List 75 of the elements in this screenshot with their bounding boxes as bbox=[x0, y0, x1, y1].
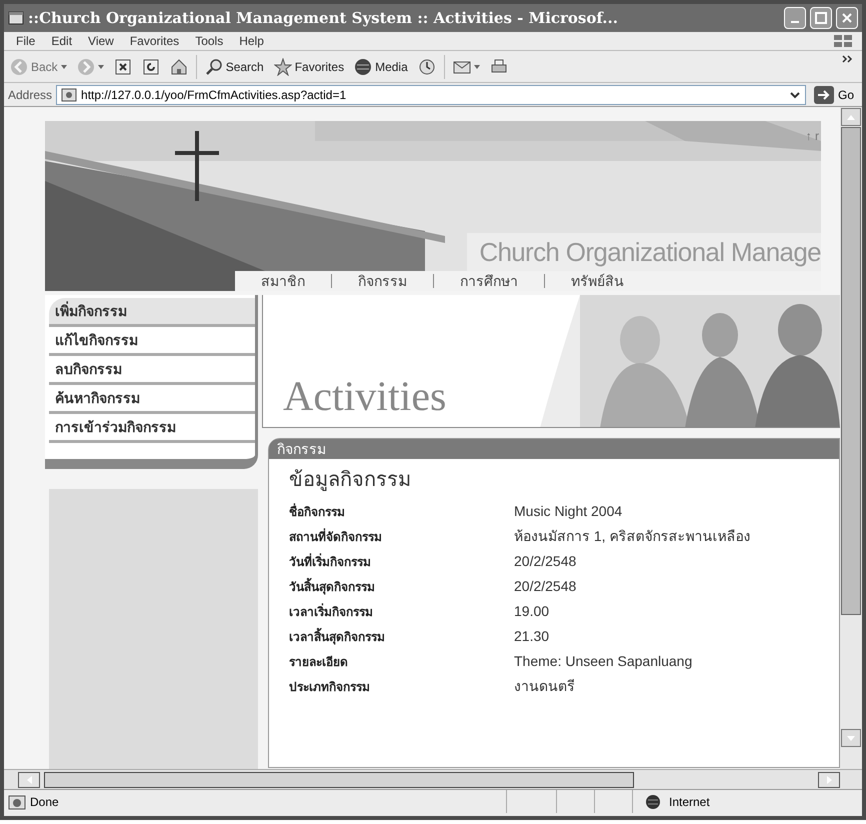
go-button[interactable]: Go bbox=[810, 86, 858, 104]
field-label: รายละเอียด bbox=[289, 654, 349, 670]
chevron-icon[interactable] bbox=[842, 55, 854, 65]
printer-icon bbox=[490, 58, 508, 76]
menu-item[interactable]: View bbox=[80, 32, 122, 50]
section-heading: ข้อมูลกิจกรรม bbox=[289, 468, 412, 493]
minimize-button[interactable] bbox=[784, 7, 806, 29]
field-value: 20/2/2548 bbox=[514, 552, 576, 571]
down-arrow-icon bbox=[847, 736, 855, 740]
star-icon bbox=[274, 58, 292, 76]
caret-icon bbox=[474, 64, 480, 68]
page-icon bbox=[8, 794, 26, 810]
up-arrow-icon bbox=[847, 114, 855, 120]
caret-icon bbox=[60, 64, 67, 68]
field-value: Theme: Unseen Sapanluang bbox=[514, 652, 692, 671]
vertical-scrollbar[interactable] bbox=[840, 107, 862, 769]
field-label: วันสิ้นสุดกิจกรรม bbox=[289, 578, 376, 596]
field-value: งานดนตรี bbox=[514, 677, 575, 696]
field-value: Music Night 2004 bbox=[514, 502, 622, 521]
search-button[interactable]: Search bbox=[202, 58, 266, 76]
globe-icon bbox=[354, 58, 372, 76]
scroll-thumb[interactable] bbox=[44, 772, 634, 788]
field-label: ชื่อกิจกรรม bbox=[289, 502, 346, 520]
menu-item[interactable]: Edit bbox=[43, 32, 80, 50]
field-label: เวลาเริ่มกิจกรรม bbox=[289, 602, 374, 620]
media-button[interactable]: Media bbox=[352, 58, 410, 76]
field-value: 19.00 bbox=[514, 602, 550, 621]
field-label: วันที่เริ่มกิจกรรม bbox=[289, 552, 372, 570]
house-icon bbox=[170, 58, 188, 76]
field-value: 20/2/2548 bbox=[514, 577, 576, 596]
close-icon bbox=[114, 58, 132, 76]
maximize-button[interactable] bbox=[810, 7, 832, 29]
menu-item[interactable]: Favorites bbox=[122, 32, 188, 50]
scroll-right-button[interactable] bbox=[818, 772, 840, 788]
horizontal-scrollbar[interactable] bbox=[4, 769, 862, 789]
favorites-button[interactable]: Favorites bbox=[272, 58, 346, 76]
nav-link[interactable]: กิจกรรม bbox=[332, 270, 433, 291]
clock-icon bbox=[418, 58, 436, 76]
close-icon bbox=[841, 12, 853, 24]
right-arrow-icon bbox=[826, 776, 832, 784]
field-label: ประเภทกิจกรรม bbox=[289, 678, 371, 696]
scroll-up-button[interactable] bbox=[841, 108, 861, 126]
caret-icon bbox=[98, 64, 104, 68]
panel-title: กิจกรรม bbox=[277, 440, 326, 458]
address-label: Address bbox=[8, 86, 52, 104]
nav-link[interactable]: ทรัพย์สิน bbox=[545, 270, 650, 291]
menu-item[interactable]: Tools bbox=[187, 32, 232, 50]
window-title: ::Church Organizational Management System :: Activities - Microsof... bbox=[28, 8, 619, 29]
menu-item[interactable]: File bbox=[8, 32, 44, 50]
page-heading: Activities bbox=[283, 373, 446, 422]
sidebar-item[interactable]: เพิ่มกิจกรรม bbox=[49, 298, 255, 327]
field-label: สถานที่จัดกิจกรรม bbox=[289, 528, 383, 546]
windows-logo-icon bbox=[832, 33, 854, 49]
left-arrow-icon bbox=[26, 776, 32, 784]
minimize-icon bbox=[791, 21, 799, 23]
browser-icon bbox=[8, 10, 24, 26]
close-button[interactable] bbox=[836, 7, 858, 29]
scroll-thumb[interactable] bbox=[841, 127, 861, 615]
zone-text: Internet bbox=[669, 794, 710, 810]
status-text: Done bbox=[30, 794, 59, 810]
maximize-icon bbox=[815, 12, 827, 24]
search-icon bbox=[204, 58, 223, 76]
scroll-left-button[interactable] bbox=[18, 772, 40, 788]
scroll-down-button[interactable] bbox=[841, 729, 861, 747]
field-label: เวลาสิ้นสุดกิจกรรม bbox=[289, 628, 386, 646]
nav-link[interactable]: การศึกษา bbox=[434, 270, 544, 291]
field-value: ห้องนมัสการ 1, คริสตจักรสะพานเหลือง bbox=[514, 527, 750, 546]
refresh-icon bbox=[142, 58, 160, 76]
field-value: 21.30 bbox=[514, 627, 550, 646]
nav-link[interactable]: สมาชิก bbox=[235, 270, 331, 291]
menu-item[interactable]: Help bbox=[231, 32, 272, 50]
site-title: Church Organizational Manage bbox=[467, 233, 821, 272]
address-field[interactable]: http://127.0.0.1/yoo/FrmCfmActivities.asp?actid=1 bbox=[56, 84, 806, 104]
globe-icon bbox=[645, 794, 661, 810]
page-icon bbox=[61, 88, 78, 102]
